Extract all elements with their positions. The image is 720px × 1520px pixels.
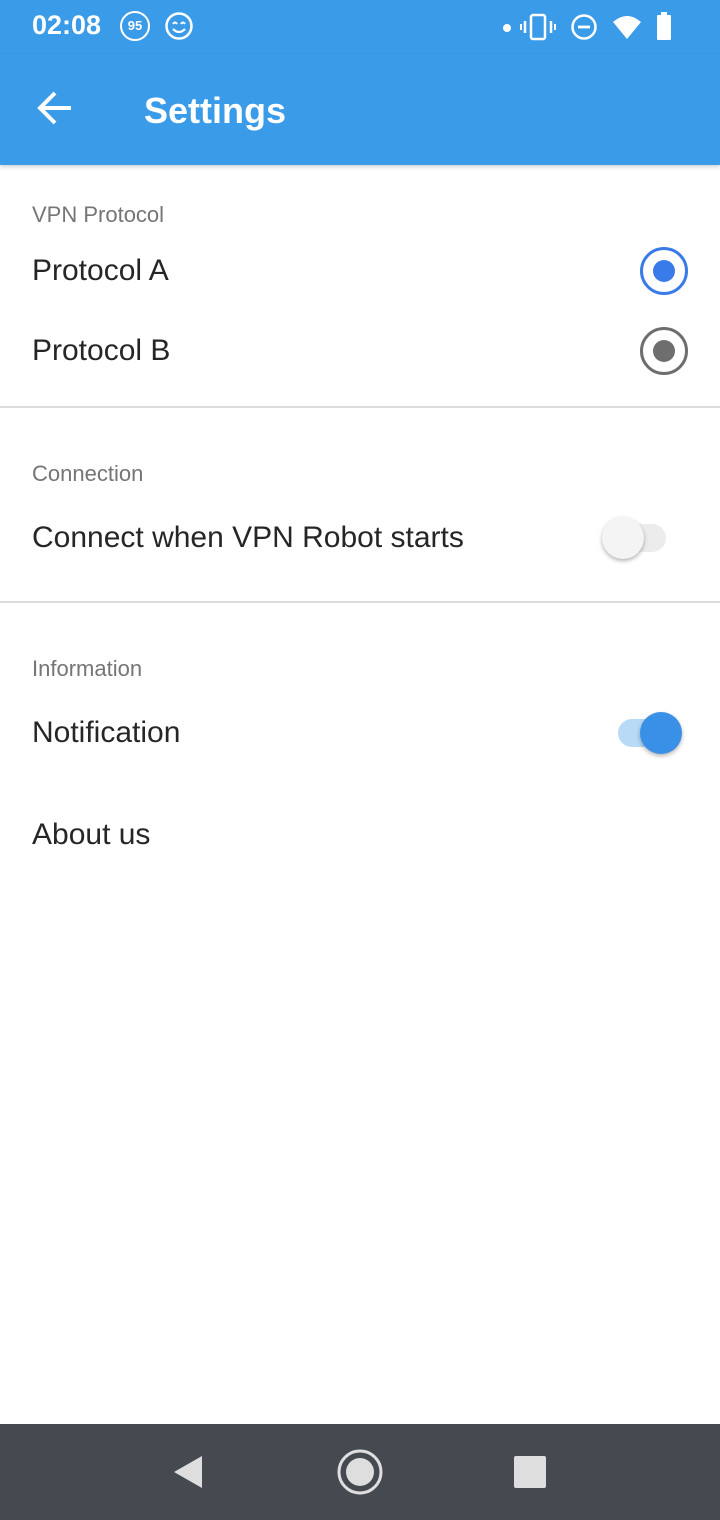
section-divider bbox=[0, 601, 720, 603]
nav-back-button[interactable] bbox=[160, 1444, 220, 1500]
switch-thumb bbox=[602, 517, 644, 559]
notification-switch[interactable] bbox=[616, 710, 682, 756]
battery-icon bbox=[657, 12, 671, 40]
section-header-connection: Connection bbox=[32, 461, 144, 486]
protocol-a-radio[interactable] bbox=[640, 247, 688, 295]
settings-screen: 02:08 95 Settings VPN Protocol Protocol … bbox=[0, 0, 720, 1520]
connect-on-start-switch[interactable] bbox=[602, 515, 668, 561]
arrow-left-icon bbox=[37, 91, 71, 125]
section-divider bbox=[0, 406, 720, 408]
section-header-vpn-protocol: VPN Protocol bbox=[32, 202, 165, 227]
about-us-label: About us bbox=[32, 818, 151, 851]
wifi-icon bbox=[613, 16, 641, 39]
status-time: 02:08 bbox=[32, 10, 102, 40]
radio-dot bbox=[653, 260, 675, 282]
vibrate-icon bbox=[520, 13, 556, 41]
connect-on-start-row[interactable]: Connect when VPN Robot starts bbox=[0, 498, 720, 578]
protocol-b-option[interactable]: Protocol B bbox=[0, 311, 720, 391]
section-header-information: Information bbox=[32, 656, 143, 681]
back-button[interactable] bbox=[22, 74, 92, 144]
status-bar: 02:08 95 bbox=[0, 0, 720, 54]
radio-dot bbox=[653, 340, 675, 362]
switch-thumb bbox=[640, 712, 682, 754]
notification-row[interactable]: Notification bbox=[0, 693, 720, 773]
notification-label: Notification bbox=[32, 716, 181, 749]
recents-square-icon bbox=[514, 1456, 546, 1488]
nav-home-button[interactable] bbox=[330, 1444, 390, 1500]
nav-recents-button[interactable] bbox=[500, 1444, 560, 1500]
protocol-a-label: Protocol A bbox=[32, 254, 169, 287]
app-bar: Settings bbox=[0, 54, 720, 165]
smiley-icon bbox=[164, 11, 194, 46]
protocol-b-radio[interactable] bbox=[640, 327, 688, 375]
system-nav-bar bbox=[0, 1424, 720, 1520]
page-title: Settings bbox=[144, 90, 287, 131]
back-triangle-icon bbox=[174, 1456, 202, 1488]
home-circle-icon bbox=[337, 1449, 383, 1495]
status-icons bbox=[502, 12, 682, 42]
dot-icon bbox=[503, 24, 511, 32]
about-us-row[interactable]: About us bbox=[0, 795, 720, 875]
notification-count-badge: 95 bbox=[120, 11, 150, 41]
protocol-a-option[interactable]: Protocol A bbox=[0, 231, 720, 311]
do-not-disturb-icon bbox=[571, 14, 597, 40]
protocol-b-label: Protocol B bbox=[32, 334, 171, 367]
connect-on-start-label: Connect when VPN Robot starts bbox=[32, 521, 464, 554]
